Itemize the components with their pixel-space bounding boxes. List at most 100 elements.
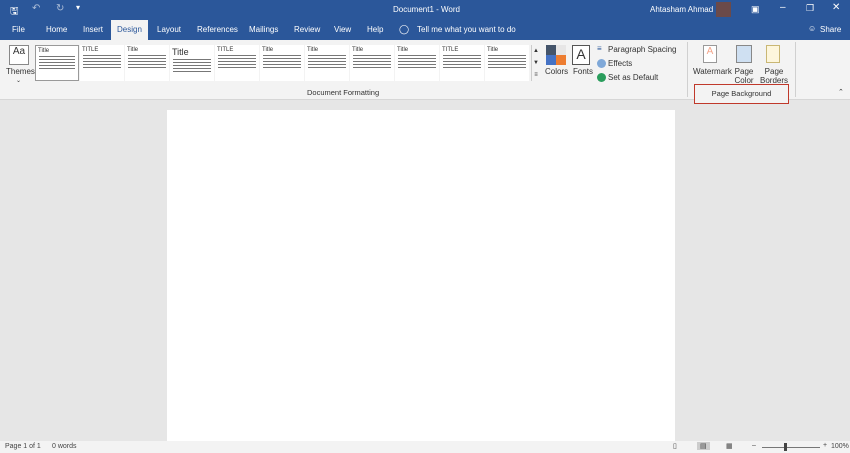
divider: [795, 42, 796, 97]
style-set-title: Title: [262, 47, 274, 53]
style-set-thumbnail[interactable]: Title: [170, 45, 214, 81]
style-set-thumbnail[interactable]: Title: [35, 45, 79, 81]
preview-line: [353, 58, 391, 59]
style-set-thumbnail[interactable]: TITLE: [215, 45, 259, 81]
preview-line: [263, 61, 301, 62]
set-as-default-button[interactable]: Set as Default: [608, 73, 658, 82]
share-icon[interactable]: ☺: [808, 24, 816, 33]
preview-line: [488, 64, 526, 65]
style-set-thumbnail[interactable]: Title: [260, 45, 304, 81]
preview-line: [39, 56, 75, 57]
style-set-thumbnail[interactable]: Title: [395, 45, 439, 81]
word-count[interactable]: 0 words: [52, 443, 77, 450]
preview-line: [308, 55, 346, 56]
paragraph-spacing-button[interactable]: Paragraph Spacing: [608, 45, 677, 54]
save-icon[interactable]: 🖫: [10, 4, 19, 21]
checkmark-icon: [597, 73, 606, 82]
style-set-title: TITLE: [442, 47, 459, 53]
user-name[interactable]: Ahtasham Ahmad: [650, 5, 713, 14]
zoom-in-button[interactable]: +: [823, 442, 827, 449]
themes-button[interactable]: Themes: [6, 67, 35, 76]
style-set-title: TITLE: [82, 47, 99, 53]
redo-icon[interactable]: ↻: [56, 3, 64, 14]
preview-line: [398, 58, 436, 59]
undo-icon[interactable]: ↶: [32, 3, 40, 14]
preview-line: [218, 64, 256, 65]
preview-line: [398, 61, 436, 62]
preview-line: [488, 55, 526, 56]
preview-line: [39, 59, 75, 60]
avatar[interactable]: [716, 2, 731, 17]
zoom-out-button[interactable]: –: [752, 442, 756, 449]
tab-file[interactable]: File: [12, 25, 25, 34]
tab-home[interactable]: Home: [46, 25, 67, 34]
customize-toolbar-icon[interactable]: ▾: [76, 3, 80, 12]
style-set-thumbnail[interactable]: Title: [350, 45, 394, 81]
gallery-scroll[interactable]: ▲ ▼ ≡: [531, 45, 540, 81]
document-page[interactable]: [167, 110, 675, 445]
chevron-down-icon: ⌄: [16, 78, 22, 84]
collapse-ribbon-icon[interactable]: ⌃: [838, 88, 844, 96]
tab-layout[interactable]: Layout: [157, 25, 181, 34]
tab-insert[interactable]: Insert: [83, 25, 103, 34]
style-set-title: Title: [487, 47, 499, 53]
preview-line: [173, 68, 211, 69]
ribbon-display-icon[interactable]: ▣: [751, 4, 760, 15]
vertical-scrollbar[interactable]: [842, 101, 850, 441]
preview-line: [353, 55, 391, 56]
close-icon[interactable]: ✕: [832, 2, 840, 13]
web-layout-icon[interactable]: ▦: [726, 442, 733, 450]
preview-line: [263, 55, 301, 56]
style-set-thumbnail[interactable]: Title: [125, 45, 169, 81]
tab-mailings[interactable]: Mailings: [249, 25, 278, 34]
tell-me-search[interactable]: Tell me what you want to do: [417, 25, 516, 34]
watermark-icon[interactable]: A: [703, 45, 717, 63]
colors-icon[interactable]: [546, 45, 566, 65]
tab-view[interactable]: View: [334, 25, 351, 34]
zoom-level[interactable]: 100%: [831, 443, 849, 450]
preview-line: [443, 61, 481, 62]
preview-line: [218, 55, 256, 56]
fonts-icon[interactable]: A: [572, 45, 590, 65]
minimize-icon[interactable]: –: [780, 2, 786, 13]
style-set-thumbnail[interactable]: TITLE: [440, 45, 484, 81]
preview-line: [308, 67, 346, 68]
title-bar: 🖫 ↶ ↻ ▾ Document1 - Word Ahtasham Ahmad …: [0, 0, 850, 20]
tab-design[interactable]: Design: [111, 20, 148, 41]
preview-line: [83, 61, 121, 62]
style-set-thumbnail[interactable]: TITLE: [80, 45, 124, 81]
share-button[interactable]: Share: [820, 25, 841, 34]
preview-line: [173, 65, 211, 66]
preview-line: [353, 67, 391, 68]
zoom-slider-thumb[interactable]: [784, 443, 787, 451]
page-color-icon[interactable]: [736, 45, 752, 63]
restore-icon[interactable]: ❐: [806, 3, 814, 14]
colors-button[interactable]: Colors: [545, 67, 568, 76]
preview-line: [218, 58, 256, 59]
preview-line: [218, 61, 256, 62]
style-set-thumbnail[interactable]: Title: [305, 45, 349, 81]
ribbon-tabs: File Home Insert Design Layout Reference…: [0, 20, 850, 41]
zoom-slider[interactable]: [762, 447, 820, 448]
tab-references[interactable]: References: [197, 25, 238, 34]
effects-button[interactable]: Effects: [608, 59, 632, 68]
page-borders-icon[interactable]: [766, 45, 780, 63]
page-borders-button[interactable]: Page Borders: [760, 67, 788, 85]
style-set-title: Title: [38, 48, 50, 54]
tab-review[interactable]: Review: [294, 25, 320, 34]
divider: [687, 42, 688, 97]
themes-icon[interactable]: Aa: [9, 45, 29, 65]
style-set-title: TITLE: [217, 47, 234, 53]
fonts-button[interactable]: Fonts: [573, 67, 593, 76]
read-mode-icon[interactable]: ▯: [673, 442, 677, 450]
style-set-thumbnail[interactable]: Title: [485, 45, 529, 81]
print-layout-icon[interactable]: ▤: [697, 442, 710, 450]
page-count[interactable]: Page 1 of 1: [5, 443, 41, 450]
page-color-button[interactable]: Page Color: [732, 67, 756, 85]
watermark-button[interactable]: Watermark: [693, 67, 732, 76]
document-title: Document1 - Word: [393, 5, 460, 14]
style-set-title: Title: [397, 47, 409, 53]
preview-line: [128, 55, 166, 56]
preview-line: [263, 64, 301, 65]
tab-help[interactable]: Help: [367, 25, 383, 34]
